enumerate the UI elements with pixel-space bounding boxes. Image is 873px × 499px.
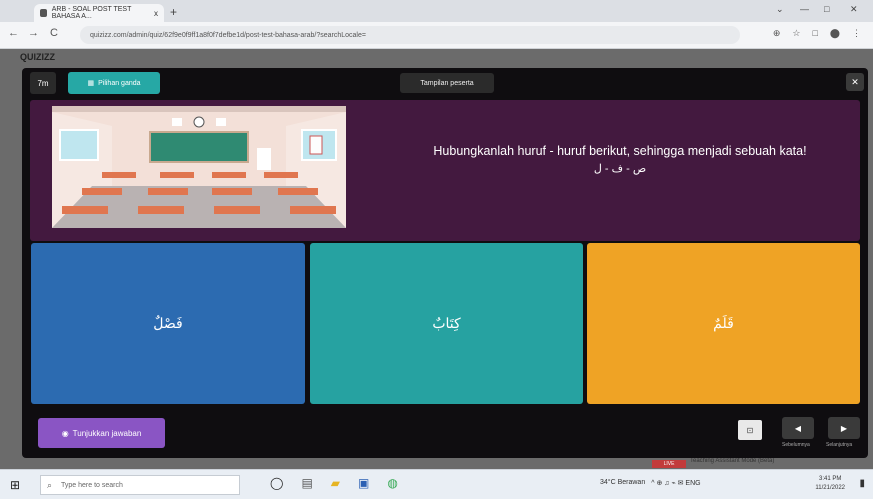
address-bar-row: ← → C quizizz.com/admin/quiz/62f9e0f9ff1… — [0, 22, 873, 49]
clock-time: 3:41 PM — [819, 476, 842, 482]
chrome-icon[interactable]: ◍ — [387, 476, 397, 490]
question-text: Hubungkanlah huruf - huruf berikut, sehi… — [433, 144, 807, 158]
close-icon[interactable]: ✕ — [846, 73, 864, 91]
favicon-icon — [40, 9, 47, 17]
next-label: Selanjutnya — [826, 442, 853, 448]
tab-close-icon[interactable]: x — [154, 9, 158, 18]
question-arabic-letters: ص - ف - ل — [593, 163, 647, 175]
fullscreen-icon[interactable]: ⊡ — [738, 420, 762, 440]
browser-tab[interactable]: ARB - SOAL POST TEST BAHASA A... x — [34, 4, 164, 22]
search-placeholder: Type here to search — [61, 481, 123, 489]
eye-icon: ◉ — [61, 428, 69, 438]
show-answer-button[interactable]: ◉ Tunjukkan jawaban — [38, 418, 165, 448]
grid-icon: ▦ — [87, 80, 95, 87]
background-caption: Teaching Assistant Mode (Beta) — [690, 458, 775, 464]
taskbar-search-input[interactable]: ⌕ Type here to search — [40, 475, 240, 495]
widgets-icon[interactable]: ▤ — [301, 476, 312, 490]
window-icon[interactable]: □ — [812, 28, 817, 39]
question-area: Hubungkanlah huruf - huruf berikut, sehi… — [30, 100, 860, 241]
tab-search-icon[interactable]: ⌄ — [776, 4, 784, 15]
task-view-icon[interactable]: ◯ — [270, 476, 283, 490]
url-field[interactable]: quizizz.com/admin/quiz/62f9e0f9ff1a8f0f7… — [80, 26, 740, 44]
quizizz-logo: QUIZIZZ — [20, 52, 55, 62]
file-explorer-icon[interactable]: ▰ — [331, 476, 340, 490]
back-button[interactable]: ← — [8, 27, 19, 39]
prev-question-button[interactable]: ◀ — [782, 417, 814, 439]
system-tray: 34°C Berawan ^ ⊕ ♫ ⌁ ✉ ENG — [600, 479, 701, 487]
browser-toolbar-icons: ⊕ ☆ □ ⬤ ⋮ — [773, 28, 861, 39]
tray-icons[interactable]: ^ ⊕ ♫ ⌁ ✉ ENG — [651, 479, 700, 487]
profile-icon[interactable]: ⬤ — [830, 28, 840, 39]
weather-status[interactable]: 34°C Berawan — [600, 479, 645, 487]
answer-option-1[interactable]: فَصْلٌ — [31, 243, 305, 404]
prev-label: Sebelumnya — [782, 442, 810, 448]
clock-date: 11/21/2022 — [815, 485, 845, 491]
minimize-button[interactable]: — — [800, 4, 809, 14]
answer-option-3[interactable]: قَلَمٌ — [587, 243, 860, 404]
classroom-image — [52, 106, 346, 228]
show-answer-label: Tunjukkan jawaban — [72, 428, 142, 438]
maximize-button[interactable]: □ — [824, 4, 829, 14]
taskbar-apps: ◯ ▤ ▰ ▣ ◍ — [270, 476, 398, 490]
question-preview-modal: 7m ▦ Pilihan ganda Tampilan peserta ✕ Hu… — [22, 68, 868, 458]
question-type-button[interactable]: ▦ Pilihan ganda — [68, 72, 160, 94]
search-icon: ⌕ — [47, 480, 53, 490]
question-type-label: Pilihan ganda — [98, 79, 141, 87]
participant-view-button[interactable]: Tampilan peserta — [400, 73, 494, 93]
clock[interactable]: 3:41 PM 11/21/2022 — [815, 475, 845, 493]
answer-option-2[interactable]: كِتَابٌ — [310, 243, 583, 404]
word-icon[interactable]: ▣ — [358, 476, 369, 490]
live-tag: LIVE — [652, 460, 686, 468]
notification-icon[interactable]: ▮ — [859, 478, 865, 489]
windows-start-icon[interactable]: ⊞ — [10, 478, 20, 492]
menu-icon[interactable]: ⋮ — [852, 28, 861, 39]
browser-tab-bar: ARB - SOAL POST TEST BAHASA A... x + ⌄ —… — [0, 0, 873, 22]
windows-taskbar: ⊞ ⌕ Type here to search ◯ ▤ ▰ ▣ ◍ 34°C B… — [0, 469, 873, 499]
zoom-icon[interactable]: ⊕ — [773, 28, 781, 39]
forward-button[interactable]: → — [28, 27, 39, 39]
bookmark-icon[interactable]: ☆ — [792, 28, 800, 39]
tab-title: ARB - SOAL POST TEST BAHASA A... — [51, 6, 132, 20]
next-question-button[interactable]: ▶ — [828, 417, 860, 439]
close-window-button[interactable]: ✕ — [850, 4, 858, 15]
reload-button[interactable]: C — [50, 27, 58, 39]
new-tab-button[interactable]: + — [170, 5, 177, 19]
timer-badge: 7m — [30, 72, 56, 94]
